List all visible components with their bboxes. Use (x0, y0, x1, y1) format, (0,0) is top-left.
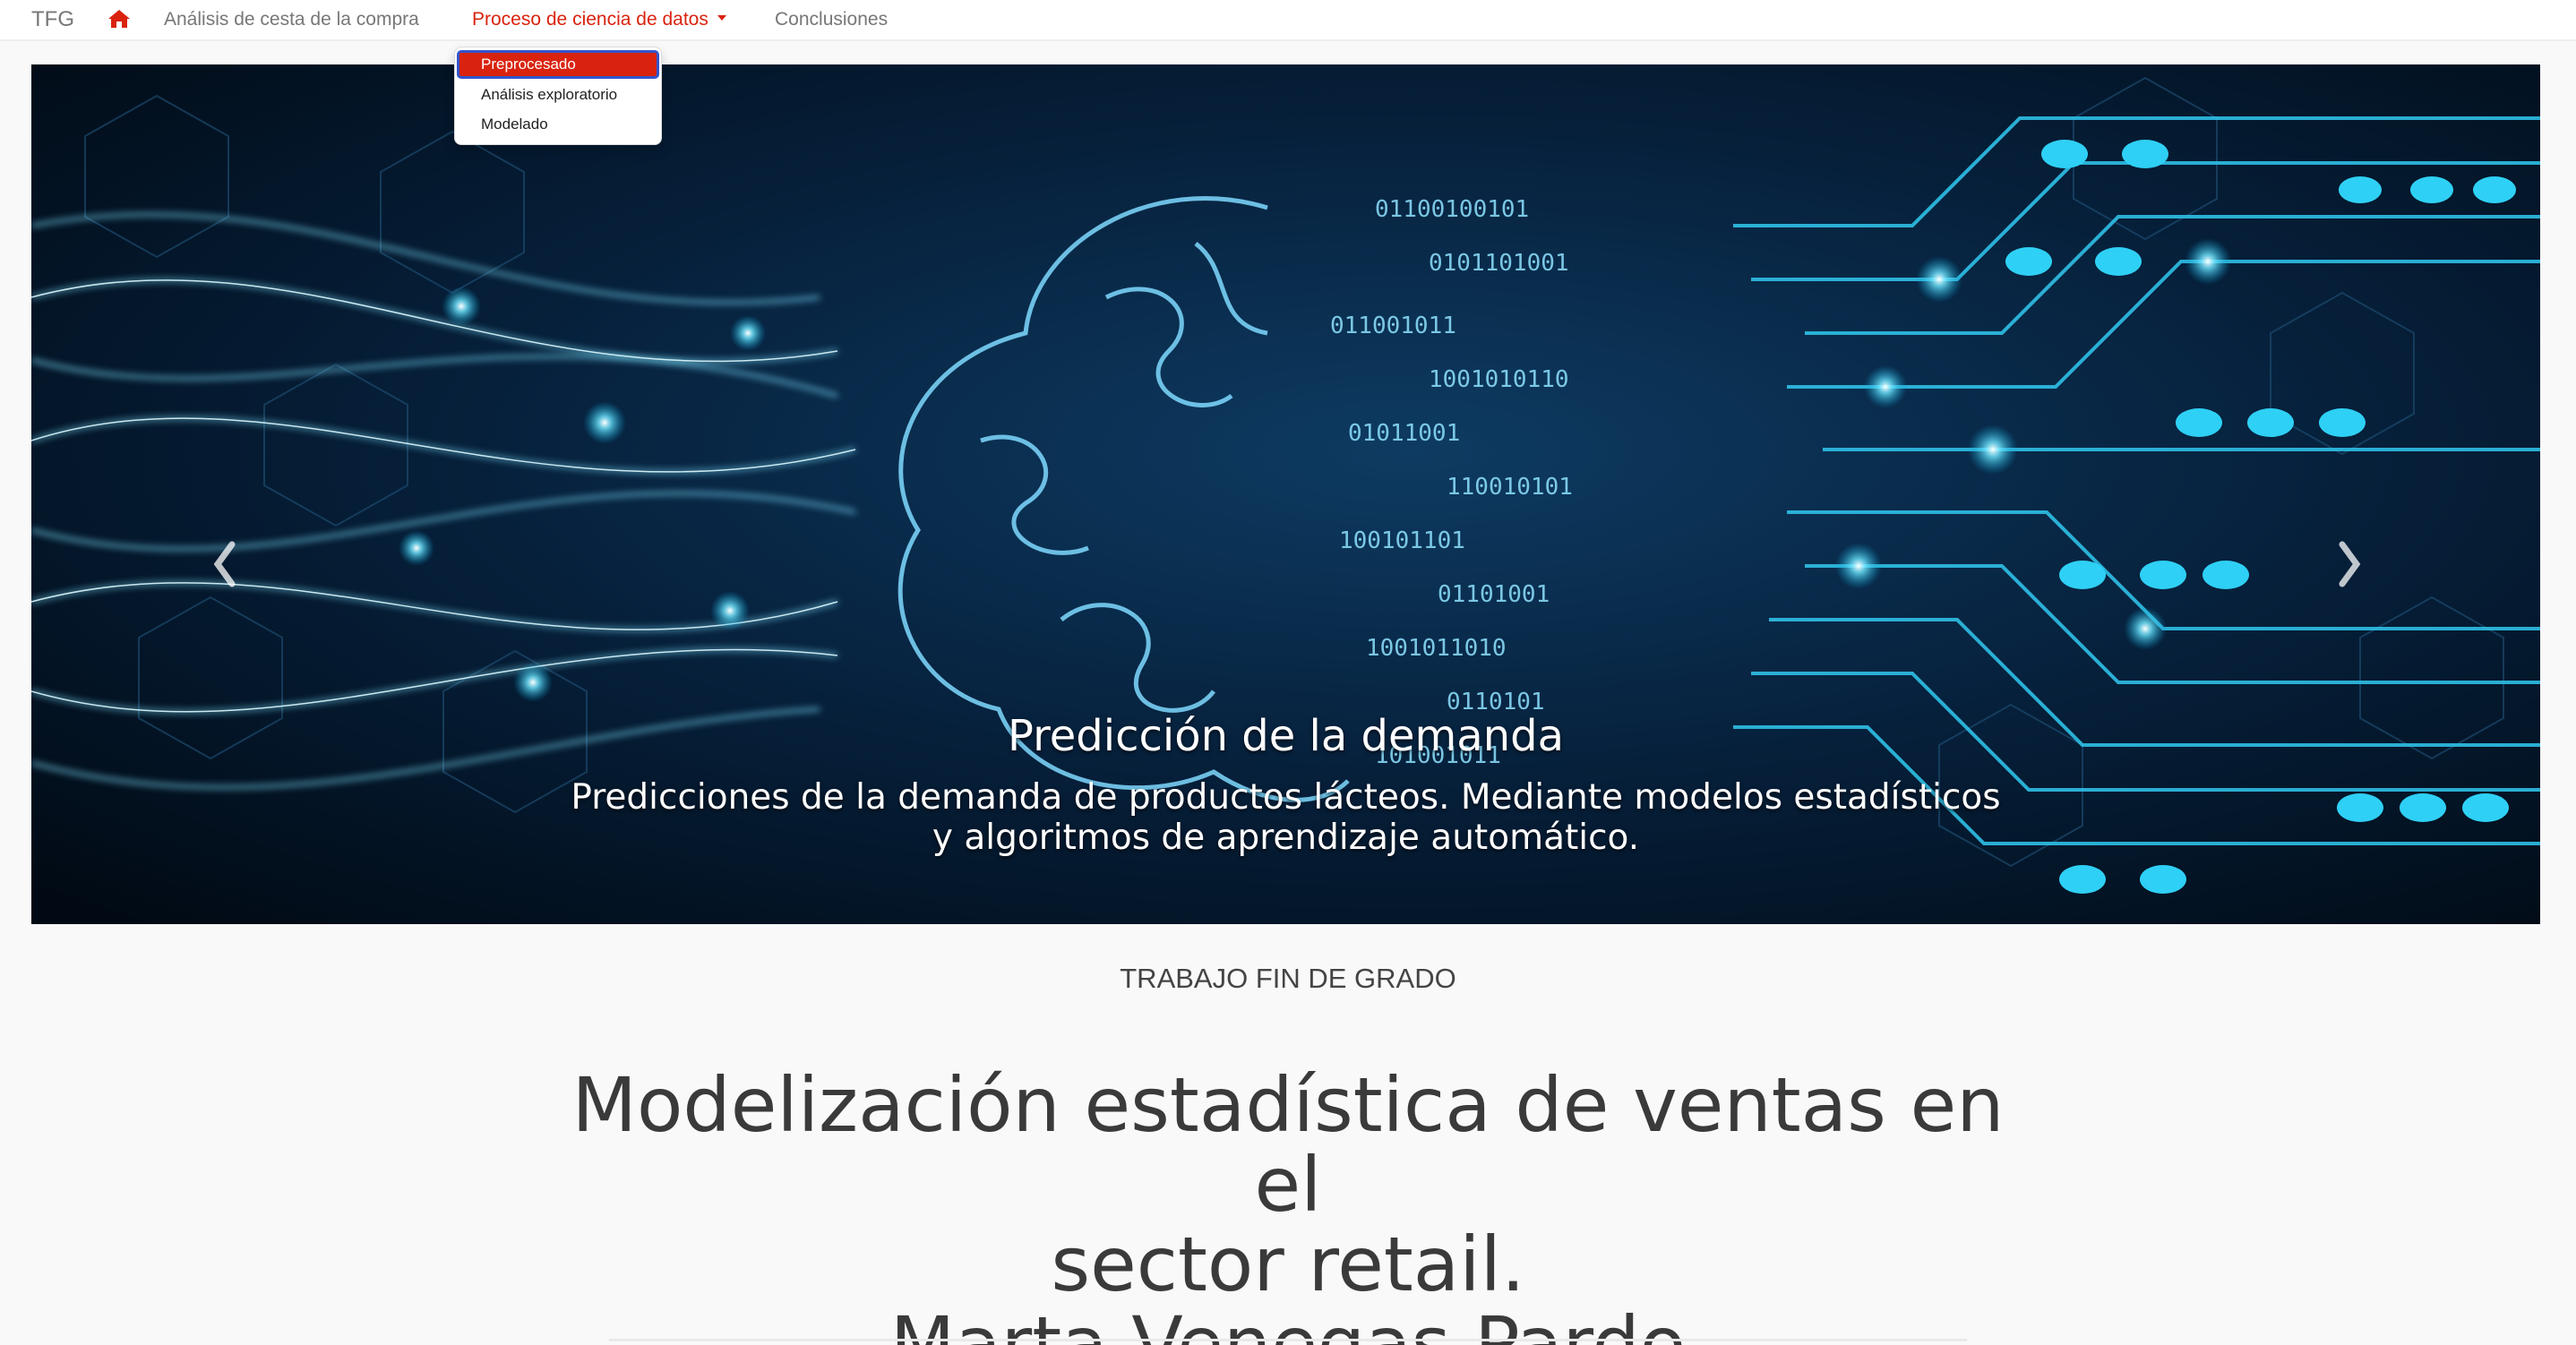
page-title-line2: sector retail. (1051, 1221, 1525, 1308)
caret-down-icon (717, 15, 726, 21)
page-subtitle: TRABAJO FIN DE GRADO (1120, 963, 1456, 994)
dropdown-item-analisis-exploratorio[interactable]: Análisis exploratorio (457, 81, 659, 110)
svg-text:110010101: 110010101 (1447, 474, 1573, 501)
page-title: Modelización estadística de ventas en el… (537, 1066, 2039, 1345)
navbar-brand[interactable]: TFG (31, 7, 74, 32)
svg-text:01011001: 01011001 (1348, 420, 1460, 447)
dropdown-item-modelado[interactable]: Modelado (457, 111, 659, 140)
carousel-prev-icon[interactable] (207, 532, 243, 596)
carousel-next-icon[interactable] (2331, 532, 2367, 596)
carousel: 01100100101 0101101001 011001011 1001010… (31, 64, 2540, 924)
divider (609, 1339, 1967, 1341)
svg-text:100101101: 100101101 (1339, 527, 1465, 554)
home-icon[interactable] (106, 5, 133, 32)
carousel-caption-text: Predicciones de la demanda de productos … (571, 777, 2001, 858)
dropdown-menu: Preprocesado Análisis exploratorio Model… (454, 47, 662, 145)
nav-link-proceso[interactable]: Proceso de ciencia de datos (472, 9, 726, 30)
svg-text:01101001: 01101001 (1438, 581, 1550, 608)
dropdown-item-preprocesado[interactable]: Preprocesado (457, 50, 659, 79)
svg-text:01100100101: 01100100101 (1375, 196, 1529, 223)
navbar: TFG Análisis de cesta de la compra Proce… (0, 0, 2576, 41)
page-title-line1: Modelización estadística de ventas en el (571, 1061, 2005, 1229)
nav-link-conclusiones[interactable]: Conclusiones (775, 9, 888, 30)
svg-text:1001010110: 1001010110 (1429, 366, 1569, 393)
nav-link-proceso-label: Proceso de ciencia de datos (472, 9, 708, 30)
svg-text:0101101001: 0101101001 (1429, 250, 1569, 277)
svg-text:011001011: 011001011 (1330, 313, 1456, 339)
carousel-caption-title: Predicción de la demanda (1007, 711, 1565, 761)
nav-link-cesta[interactable]: Análisis de cesta de la compra (164, 9, 419, 30)
svg-text:1001011010: 1001011010 (1366, 635, 1507, 662)
